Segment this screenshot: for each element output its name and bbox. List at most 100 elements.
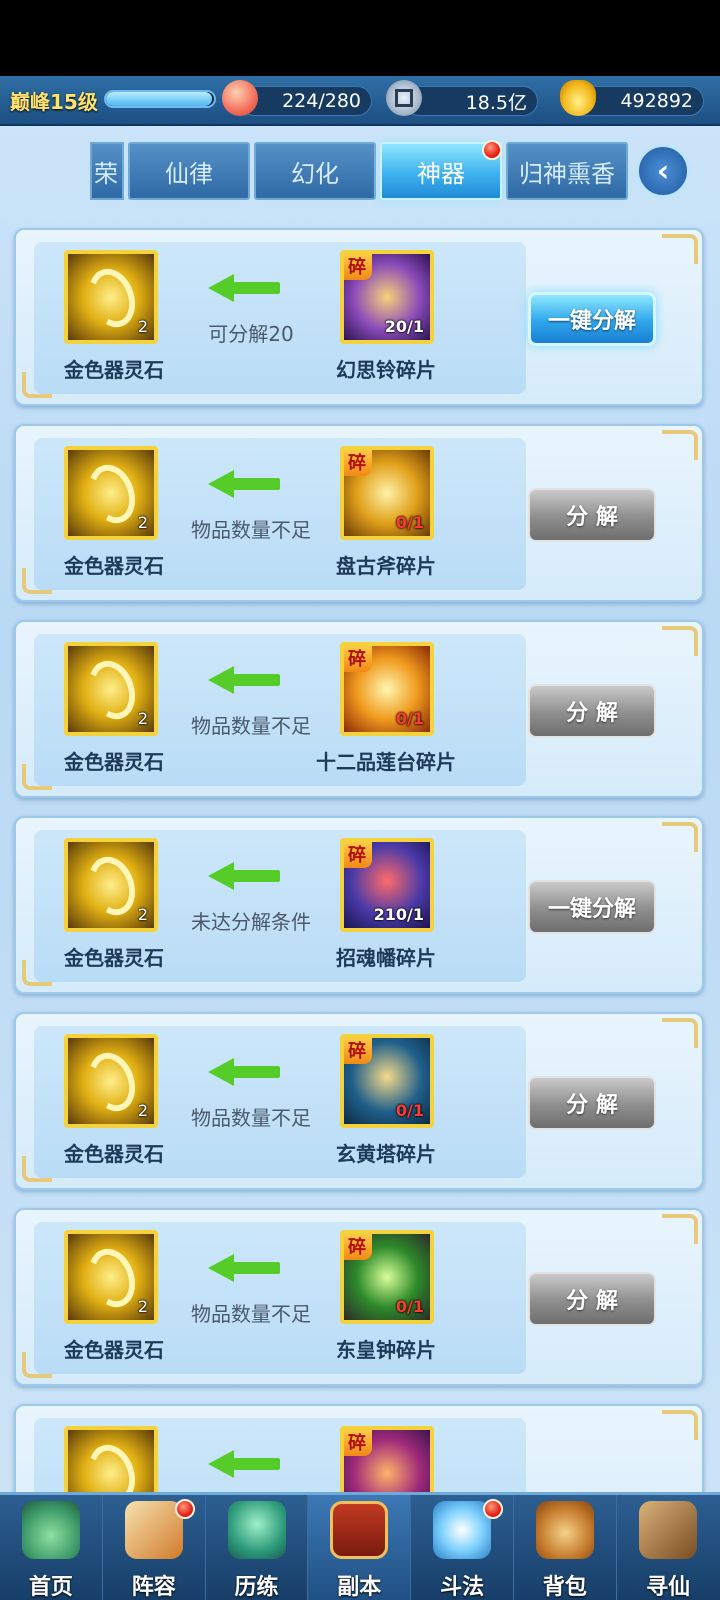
corner-ornament <box>662 626 698 656</box>
corner-ornament <box>662 430 698 460</box>
nav-seek[interactable]: 寻仙 <box>617 1495 720 1600</box>
nav-training[interactable]: 历练 <box>206 1495 309 1600</box>
silver-value: 18.5亿 <box>465 91 527 114</box>
corner-ornament <box>22 764 52 790</box>
decompose-card: 2 金色器灵石 物品数量不足 碎 0/1 盘古斧碎片 分 解 <box>14 424 704 602</box>
corner-ornament <box>22 1156 52 1182</box>
spirit-stone-icon[interactable]: 2 <box>64 446 158 540</box>
bottom-nav: 首页 阵容 历练 副本 斗法 背包 寻仙 <box>0 1492 720 1600</box>
spirit-stone-icon[interactable]: 2 <box>64 250 158 344</box>
corner-ornament <box>662 234 698 264</box>
stamina-value: 224/280 <box>282 90 361 112</box>
stone-count: 2 <box>137 317 148 336</box>
decompose-status: 物品数量不足 <box>191 714 311 738</box>
fragment-badge: 碎 <box>344 1234 372 1260</box>
tab-label: 仙律 <box>165 159 213 188</box>
decompose-card: 2 金色器灵石 物品数量不足 碎 0/1 东皇钟碎片 分 解 <box>14 1208 704 1386</box>
decompose-status: 物品数量不足 <box>191 1302 311 1326</box>
decompose-card: 2 金色器灵石 物品数量不足 碎 0/1 十二品莲台碎片 分 解 <box>14 620 704 798</box>
tab-bar: 荣 仙律 幻化 神器 归神熏香 ‹ <box>0 138 720 206</box>
fragment-badge: 碎 <box>344 646 372 672</box>
spirit-stone-icon[interactable]: 2 <box>64 1230 158 1324</box>
notification-dot <box>483 1499 504 1519</box>
spirit-stone-icon[interactable]: 2 <box>64 838 158 932</box>
decompose-button[interactable]: 分 解 <box>528 1272 656 1326</box>
stone-count: 2 <box>137 1101 148 1120</box>
fragment-count: 0/1 <box>395 1101 424 1120</box>
fragment-name: 玄黄塔碎片 <box>336 1142 436 1166</box>
nav-dungeon[interactable]: 副本 <box>308 1495 412 1600</box>
stone-count: 2 <box>137 513 148 532</box>
tab-label: 神器 <box>417 159 465 188</box>
spirit-stone-icon[interactable]: 2 <box>64 642 158 736</box>
nav-label: 历练 <box>234 1575 279 1600</box>
left-arrow-icon <box>208 274 280 302</box>
mountain-icon <box>22 1501 80 1559</box>
decompose-card: 2 金色器灵石 可分解20 碎 20/1 幻思铃碎片 一键分解 <box>14 228 704 406</box>
stone-count: 2 <box>137 905 148 924</box>
fragment-badge: 碎 <box>344 254 372 280</box>
stone-name: 金色器灵石 <box>64 554 164 578</box>
bag-icon <box>535 1501 594 1559</box>
corner-ornament <box>662 1214 698 1244</box>
fragment-icon[interactable]: 碎 0/1 <box>340 1034 434 1128</box>
fragment-name: 十二品莲台碎片 <box>316 750 456 774</box>
nav-lineup[interactable]: 阵容 <box>103 1495 206 1600</box>
fragment-count: 20/1 <box>384 317 424 336</box>
stone-name: 金色器灵石 <box>64 1338 164 1362</box>
nav-label: 副本 <box>337 1575 382 1600</box>
swirl-icon <box>81 458 143 530</box>
nav-battle[interactable]: 斗法 <box>411 1495 514 1600</box>
decompose-status: 未达分解条件 <box>191 910 311 934</box>
nav-label: 斗法 <box>440 1575 485 1600</box>
stone-name: 金色器灵石 <box>64 1142 164 1166</box>
decompose-button[interactable]: 一键分解 <box>528 880 656 934</box>
decompose-card: 2 金色器灵石 物品数量不足 碎 0/1 玄黄塔碎片 分 解 <box>14 1012 704 1190</box>
notification-dot <box>482 140 502 160</box>
fragment-name: 东皇钟碎片 <box>336 1338 436 1362</box>
fragment-icon[interactable]: 碎 0/1 <box>340 642 434 736</box>
coin-icon <box>386 80 422 116</box>
nav-label: 背包 <box>542 1575 587 1600</box>
swirl-icon <box>81 850 143 922</box>
corner-ornament <box>662 1410 698 1440</box>
left-arrow-icon <box>208 1254 280 1282</box>
stone-name: 金色器灵石 <box>64 750 164 774</box>
tab-partial[interactable]: 荣 <box>90 142 124 200</box>
tab-huanhua[interactable]: 幻化 <box>254 142 376 200</box>
decompose-button[interactable]: 分 解 <box>528 488 656 542</box>
fragment-icon[interactable]: 碎 210/1 <box>340 838 434 932</box>
left-arrow-icon <box>208 666 280 694</box>
decompose-button[interactable]: 分 解 <box>528 1076 656 1130</box>
fragment-count: 0/1 <box>395 1297 424 1316</box>
left-arrow-icon <box>208 1450 280 1478</box>
fragment-icon[interactable]: 碎 20/1 <box>340 250 434 344</box>
fragment-count: 0/1 <box>395 709 424 728</box>
tab-label: 归神熏香 <box>519 159 615 188</box>
decompose-button[interactable]: 分 解 <box>528 684 656 738</box>
decompose-button[interactable]: 一键分解 <box>528 292 656 346</box>
exp-bar <box>104 90 216 108</box>
stone-name: 金色器灵石 <box>64 358 164 382</box>
nav-home[interactable]: 首页 <box>0 1495 103 1600</box>
corner-ornament <box>662 1018 698 1048</box>
spirit-stone-icon[interactable]: 2 <box>64 1034 158 1128</box>
fragment-badge: 碎 <box>344 842 372 868</box>
scroll-icon <box>638 1501 697 1559</box>
nav-bag[interactable]: 背包 <box>514 1495 617 1600</box>
peach-icon <box>222 80 258 116</box>
fragment-icon[interactable]: 碎 0/1 <box>340 1230 434 1324</box>
stone-count: 2 <box>137 1297 148 1316</box>
corner-ornament <box>22 568 52 594</box>
fragment-count: 0/1 <box>395 513 424 532</box>
decompose-status: 物品数量不足 <box>191 1106 311 1130</box>
tab-guishen[interactable]: 归神熏香 <box>506 142 628 200</box>
stamina-pill[interactable]: 224/280 <box>240 86 372 116</box>
silver-pill[interactable]: 18.5亿 <box>404 86 538 116</box>
swirl-icon <box>81 262 143 334</box>
stone-count: 2 <box>137 709 148 728</box>
back-arrow-icon[interactable]: ‹ <box>636 144 690 198</box>
fragment-badge: 碎 <box>344 1038 372 1064</box>
fragment-icon[interactable]: 碎 0/1 <box>340 446 434 540</box>
tab-xianlv[interactable]: 仙律 <box>128 142 250 200</box>
